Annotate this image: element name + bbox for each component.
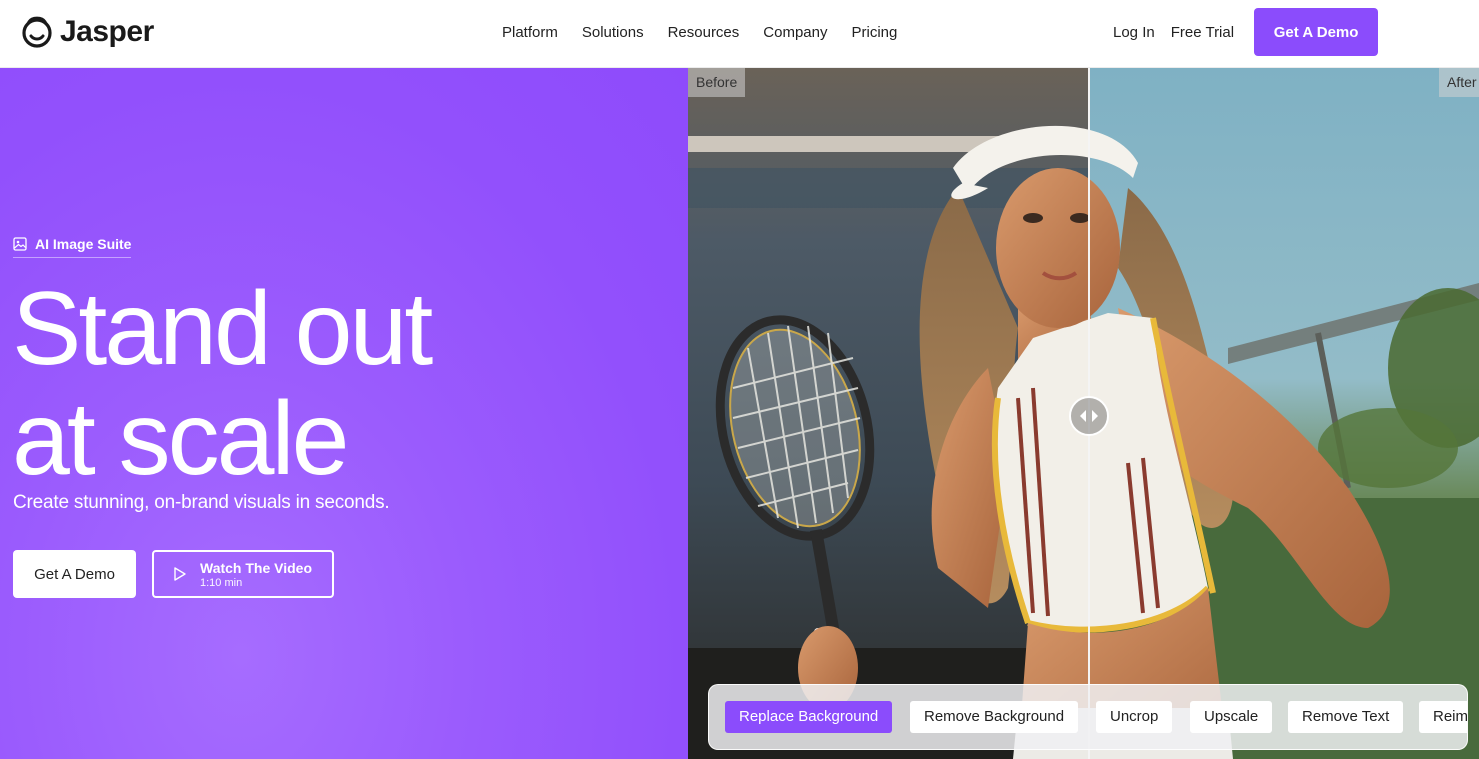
watch-video-title: Watch The Video [200,559,313,576]
watch-video-text: Watch The Video 1:10 min [200,560,312,589]
watch-video-duration: 1:10 min [200,576,243,589]
headline-line-1: Stand out [12,271,433,387]
tool-remove-text[interactable]: Remove Text [1288,701,1404,733]
compare-slider-handle[interactable] [1069,396,1109,436]
headline-line-2: at scale [12,381,349,497]
free-trial-link[interactable]: Free Trial [1163,24,1242,41]
left-right-arrows-icon [1080,410,1098,422]
hero-panel: AI Image Suite Stand out at scale Create… [0,68,688,759]
before-after-compare: Before After Replace Background Remove B… [688,68,1479,759]
eyebrow-tag: AI Image Suite [13,232,132,258]
tool-uncrop[interactable]: Uncrop [1096,701,1173,733]
play-icon [174,567,186,581]
watch-video-button[interactable]: Watch The Video 1:10 min [152,550,334,598]
jasper-logo-icon [22,16,52,48]
primary-nav: Platform Solutions Resources Company Pri… [490,0,909,64]
nav-resources[interactable]: Resources [656,24,752,41]
nav-company[interactable]: Company [751,24,839,41]
tool-replace-background[interactable]: Replace Background [725,701,893,733]
get-a-demo-button[interactable]: Get A Demo [1254,8,1379,56]
tool-remove-background[interactable]: Remove Background [910,701,1079,733]
top-nav: Jasper Platform Solutions Resources Comp… [0,0,1479,68]
nav-pricing[interactable]: Pricing [839,24,909,41]
after-label: After [1439,68,1479,97]
hero-subheadline: Create stunning, on-brand visuals in sec… [13,492,390,513]
hero-get-a-demo-button[interactable]: Get A Demo [13,550,136,598]
hero-headline: Stand out at scale [12,274,672,494]
brand-logo[interactable]: Jasper [20,14,154,50]
nav-platform[interactable]: Platform [490,24,570,41]
image-tools-bar: Replace Background Remove Background Unc… [708,684,1468,750]
brand-name: Jasper [60,15,154,48]
tool-reimagine[interactable]: Reimagine [1419,701,1467,733]
tool-upscale[interactable]: Upscale [1190,701,1273,733]
image-icon [13,236,27,251]
before-label: Before [688,68,746,97]
eyebrow-label: AI Image Suite [35,235,132,252]
nav-solutions[interactable]: Solutions [570,24,656,41]
nav-actions: Log In Free Trial Get A Demo [1105,0,1379,64]
login-link[interactable]: Log In [1105,24,1163,41]
